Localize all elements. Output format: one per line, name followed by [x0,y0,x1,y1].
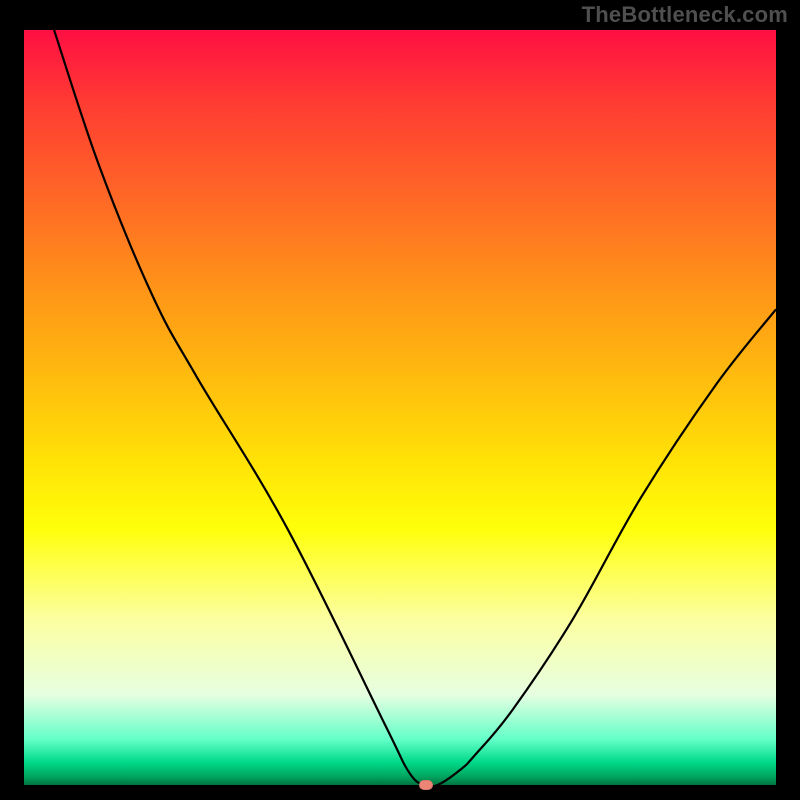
chart-frame: TheBottleneck.com [0,0,800,800]
watermark-text: TheBottleneck.com [582,2,788,28]
optimum-marker [419,780,433,790]
watermark-wrap: TheBottleneck.com [582,0,788,30]
heatmap-plot-area [24,30,776,785]
bottleneck-curve [24,30,776,785]
